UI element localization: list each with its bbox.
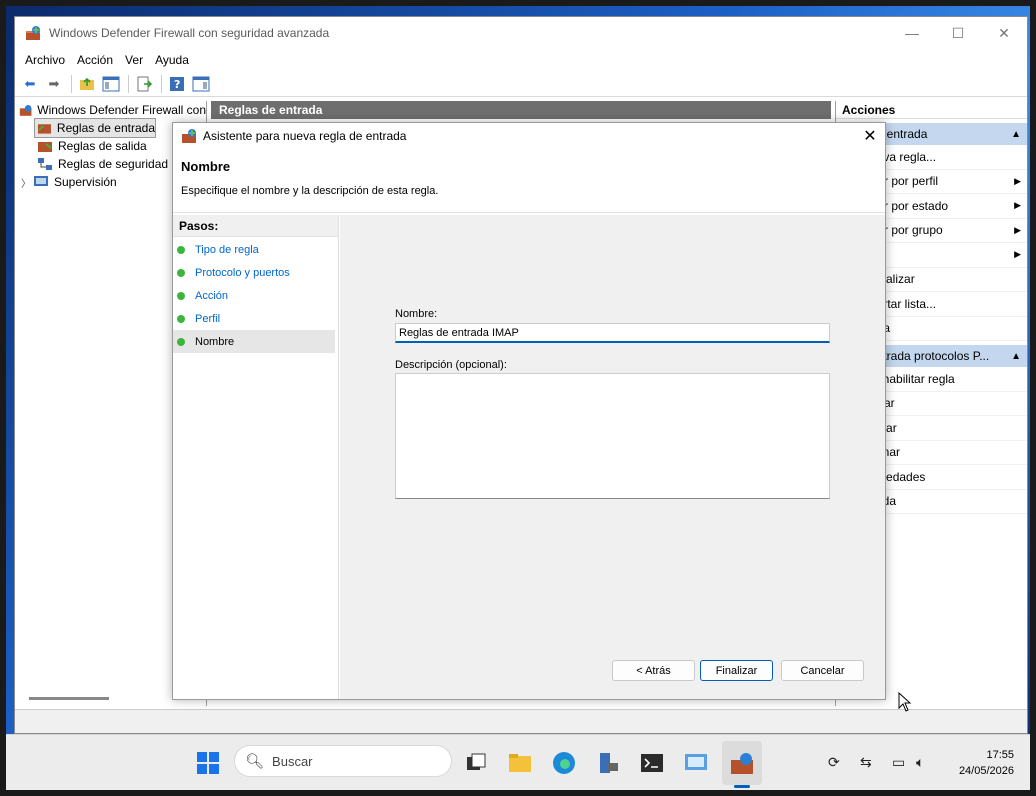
mouse-cursor-icon [898,692,912,712]
clock-date: 24/05/2026 [958,765,1014,777]
export-list-icon[interactable] [133,73,155,95]
submenu-arrow-icon: ▶ [1014,200,1021,211]
control-panel-icon[interactable] [684,751,708,775]
step-complete-icon [177,314,185,323]
finish-button[interactable]: Finalizar [700,660,773,681]
title-bar: Windows Defender Firewall con seguridad … [15,17,1027,49]
dialog-content: Nombre: Reglas de entrada IMAP Descripci… [340,215,885,699]
steps-title: Pasos: [173,215,338,237]
step-tipo-regla[interactable]: Tipo de regla [173,238,338,261]
page-subtitle: Especifique el nombre y la descripción d… [181,185,439,197]
window-title: Windows Defender Firewall con seguridad … [49,26,330,40]
menu-bar: Archivo Acción Ver Ayuda [15,49,1027,71]
dialog-close-button[interactable]: ✕ [855,123,885,149]
maximize-button[interactable]: ☐ [935,17,981,49]
active-indicator [734,785,750,788]
submenu-arrow-icon: ▶ [1014,175,1021,186]
toolbar-separator [161,74,162,93]
network-sharing-icon[interactable]: ⇆ [860,754,872,771]
center-pane-header: Reglas de entrada [211,101,831,119]
page-title: Nombre [181,159,231,174]
sync-icon[interactable]: ⟳ [828,754,840,771]
description-label: Descripción (opcional): [395,359,507,371]
firewall-icon [182,129,196,143]
server-manager-icon[interactable] [596,751,620,775]
step-current-icon [177,337,185,346]
step-complete-icon [177,291,185,300]
edge-browser-icon[interactable] [552,751,576,775]
connection-security-icon [38,158,52,170]
menu-ver[interactable]: Ver [119,53,149,67]
collapse-icon[interactable]: ▲ [1011,129,1021,140]
file-explorer-icon[interactable] [508,751,532,775]
tree-item-reglas-entrada[interactable]: Reglas de entrada [34,118,156,138]
show-hide-tree-icon[interactable] [100,73,122,95]
tree-scrollbar[interactable] [29,697,109,700]
clock[interactable]: 17:55 24/05/2026 [944,747,1014,779]
submenu-arrow-icon: ▶ [1014,224,1021,235]
back-arrow-icon[interactable]: ⬅ [19,73,41,95]
submenu-arrow-icon: ▶ [1014,249,1021,260]
dialog-title: Asistente para nueva regla de entrada [203,129,407,143]
start-windows-icon[interactable] [196,751,220,775]
name-label: Nombre: [395,308,438,320]
new-inbound-rule-wizard: Asistente para nueva regla de entrada ✕ … [172,122,886,700]
cancel-button[interactable]: Cancelar [781,660,864,681]
toolbar-separator [71,74,72,93]
step-perfil[interactable]: Perfil [173,307,338,330]
chevron-right-icon[interactable]: 〉 [21,175,33,190]
task-view-icon[interactable] [464,751,488,775]
name-input[interactable]: Reglas de entrada IMAP [395,323,830,343]
toolbar: ⬅ ➡ ? [15,71,1027,97]
inbound-rules-icon [37,124,51,134]
close-button[interactable]: ✕ [981,17,1027,49]
toolbar-separator [128,74,129,93]
description-textarea[interactable] [395,373,830,499]
menu-accion[interactable]: Acción [71,53,119,67]
firewall-icon[interactable] [730,751,754,775]
terminal-icon[interactable] [640,751,664,775]
step-accion[interactable]: Acción [173,284,338,307]
actions-header: Acciones [836,101,1027,119]
forward-arrow-icon[interactable]: ➡ [43,73,65,95]
collapse-icon[interactable]: ▲ [1011,351,1021,362]
desktop: Windows Defender Firewall con seguridad … [6,6,1030,790]
clock-time: 17:55 [986,749,1014,761]
steps-panel: Pasos: Tipo de regla Protocolo y puertos… [173,215,339,699]
dialog-title-bar: Asistente para nueva regla de entrada ✕ [173,123,885,149]
show-action-pane-icon[interactable] [190,73,212,95]
step-nombre: Nombre [173,330,335,353]
monitoring-icon [34,176,48,186]
step-complete-icon [177,268,185,277]
menu-ayuda[interactable]: Ayuda [149,53,195,67]
outbound-rules-icon [38,142,52,152]
taskbar-search[interactable]: 🔍︎ Buscar [234,745,452,777]
help-icon[interactable]: ? [166,73,188,95]
back-button[interactable]: < Atrás [612,660,695,681]
firewall-icon [26,26,40,40]
step-protocolo-puertos[interactable]: Protocolo y puertos [173,261,338,284]
dialog-header: Nombre Especifique el nombre y la descri… [173,149,885,213]
display-icon[interactable]: ▭ [892,754,905,771]
menu-archivo[interactable]: Archivo [19,53,71,67]
firewall-icon [19,105,32,116]
tree-root[interactable]: Windows Defender Firewall con [15,101,206,119]
taskbar: 🔍︎ Buscar ⟳ ⇆ ▭ 🔈︎ 17:55 24/05/2026 [6,734,1030,790]
step-complete-icon [177,245,185,254]
search-icon: 🔍︎ [245,753,265,770]
svg-text:?: ? [174,78,180,91]
up-folder-icon[interactable] [76,73,98,95]
minimize-button[interactable]: — [889,17,935,49]
status-bar [15,709,1027,733]
volume-icon[interactable]: 🔈︎ [916,754,924,771]
